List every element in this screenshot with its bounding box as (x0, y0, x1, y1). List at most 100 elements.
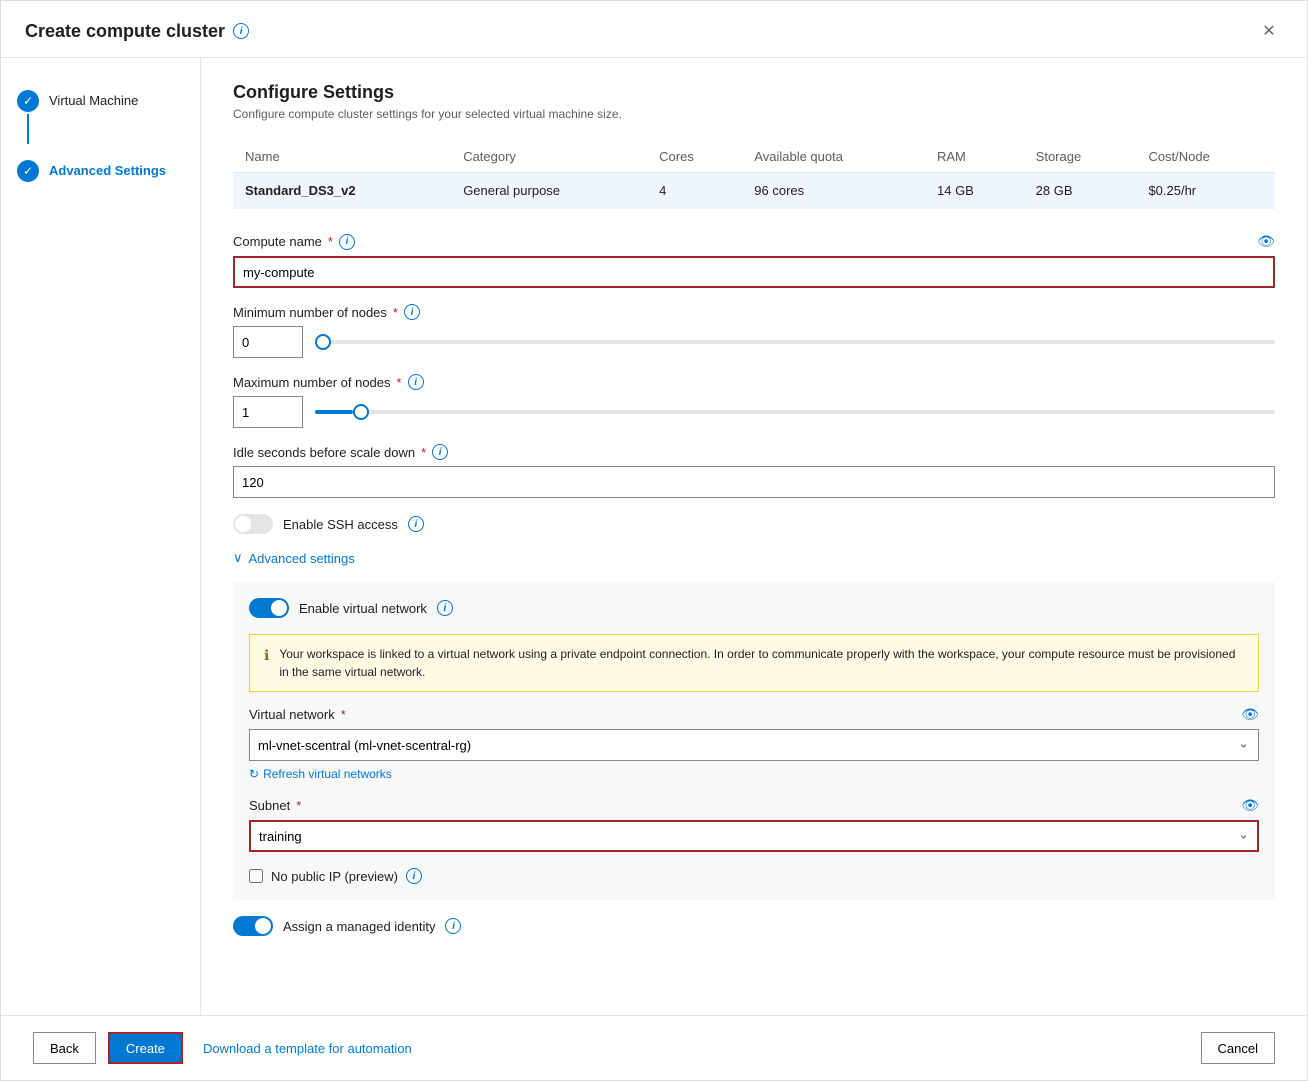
cell-cost: $0.25/hr (1136, 173, 1275, 209)
back-button[interactable]: Back (33, 1032, 96, 1064)
step-circle-adv: ✓ (17, 160, 39, 182)
min-nodes-required: * (393, 305, 398, 320)
enable-ssh-label: Enable SSH access (283, 517, 398, 532)
virtual-network-select[interactable]: ml-vnet-scentral (ml-vnet-scentral-rg) (249, 729, 1259, 761)
idle-seconds-label: Idle seconds before scale down * i (233, 444, 1275, 460)
step-indicator-vm: ✓ (17, 90, 39, 144)
compute-name-eye-icon[interactable]: 👁 (1257, 233, 1275, 250)
refresh-vnet-label: Refresh virtual networks (263, 767, 392, 781)
enable-vnet-row: Enable virtual network i (249, 598, 1259, 618)
sidebar-step-virtual-machine[interactable]: ✓ Virtual Machine (1, 82, 200, 152)
section-title: Configure Settings (233, 82, 1275, 103)
close-button[interactable]: ✕ (1255, 17, 1283, 45)
max-nodes-slider-thumb[interactable] (353, 404, 369, 420)
main-content: Configure Settings Configure compute clu… (201, 58, 1307, 1015)
sidebar-item-label-vm: Virtual Machine (49, 93, 138, 108)
subnet-required: * (296, 798, 301, 813)
step-line-vm (27, 114, 29, 144)
managed-identity-label: Assign a managed identity (283, 919, 435, 934)
advanced-settings-header[interactable]: ∨ Advanced settings (233, 550, 1275, 566)
col-header-cost: Cost/Node (1136, 141, 1275, 173)
no-public-ip-checkbox[interactable] (249, 869, 263, 883)
col-header-category: Category (451, 141, 647, 173)
cell-cores: 4 (647, 173, 742, 209)
min-nodes-slider-track (315, 340, 1275, 344)
virtual-network-group: Virtual network * 👁 ml-vnet-scentral (ml… (249, 706, 1259, 781)
sidebar-step-advanced-settings[interactable]: ✓ Advanced Settings (1, 152, 200, 190)
compute-name-group: Compute name * i 👁 (233, 233, 1275, 288)
warning-text: Your workspace is linked to a virtual ne… (279, 645, 1244, 681)
min-nodes-label: Minimum number of nodes * i (233, 304, 1275, 320)
section-subtitle: Configure compute cluster settings for y… (233, 107, 1275, 121)
vnet-select-wrapper: ml-vnet-scentral (ml-vnet-scentral-rg) (249, 729, 1259, 761)
step-indicator-adv: ✓ (17, 160, 39, 182)
col-header-storage: Storage (1024, 141, 1137, 173)
table-row[interactable]: Standard_DS3_v2 General purpose 4 96 cor… (233, 173, 1275, 209)
enable-vnet-info-icon[interactable]: i (437, 600, 453, 616)
automation-link[interactable]: Download a template for automation (203, 1041, 412, 1056)
step-circle-vm: ✓ (17, 90, 39, 112)
max-nodes-input[interactable] (233, 396, 303, 428)
compute-name-input[interactable] (233, 256, 1275, 288)
col-header-quota: Available quota (742, 141, 925, 173)
no-public-ip-label: No public IP (preview) (271, 869, 398, 884)
vnet-label-row: Virtual network * 👁 (249, 706, 1259, 723)
cell-ram: 14 GB (925, 173, 1024, 209)
advanced-settings-label: Advanced settings (249, 551, 355, 566)
toggle-knob-identity (255, 918, 271, 934)
idle-seconds-input[interactable] (233, 466, 1275, 498)
subnet-eye-icon[interactable]: 👁 (1241, 797, 1259, 814)
toggle-knob-ssh (235, 516, 251, 532)
idle-seconds-info-icon[interactable]: i (432, 444, 448, 460)
cell-storage: 28 GB (1024, 173, 1137, 209)
enable-vnet-toggle[interactable] (249, 598, 289, 618)
cell-name: Standard_DS3_v2 (233, 173, 451, 209)
min-nodes-input[interactable] (233, 326, 303, 358)
vnet-eye-icon[interactable]: 👁 (1241, 706, 1259, 723)
create-compute-dialog: Create compute cluster i ✕ ✓ Virtual Mac… (0, 0, 1308, 1081)
enable-ssh-info-icon[interactable]: i (408, 516, 424, 532)
dialog-footer: Back Create Download a template for auto… (1, 1015, 1307, 1080)
max-nodes-info-icon[interactable]: i (408, 374, 424, 390)
vnet-required: * (341, 707, 346, 722)
col-header-cores: Cores (647, 141, 742, 173)
subnet-group: Subnet * 👁 training (249, 797, 1259, 852)
toggle-knob-vnet (271, 600, 287, 616)
dialog-body: ✓ Virtual Machine ✓ Advanced Settings Co… (1, 58, 1307, 1015)
col-header-name: Name (233, 141, 451, 173)
warning-icon: ℹ (264, 645, 269, 681)
sidebar: ✓ Virtual Machine ✓ Advanced Settings (1, 58, 201, 1015)
min-nodes-group: Minimum number of nodes * i (233, 304, 1275, 358)
idle-seconds-group: Idle seconds before scale down * i (233, 444, 1275, 498)
subnet-label-row: Subnet * 👁 (249, 797, 1259, 814)
managed-identity-row: Assign a managed identity i (233, 916, 1275, 936)
idle-seconds-required: * (421, 445, 426, 460)
vnet-warning-box: ℹ Your workspace is linked to a virtual … (249, 634, 1259, 692)
max-nodes-slider-track (315, 410, 1275, 414)
max-nodes-group: Maximum number of nodes * i (233, 374, 1275, 428)
min-nodes-slider-thumb[interactable] (315, 334, 331, 350)
create-button[interactable]: Create (108, 1032, 183, 1064)
managed-identity-info-icon[interactable]: i (445, 918, 461, 934)
sidebar-item-label-adv: Advanced Settings (49, 163, 166, 178)
enable-ssh-row: Enable SSH access i (233, 514, 1275, 534)
enable-ssh-toggle[interactable] (233, 514, 273, 534)
no-public-ip-row: No public IP (preview) i (249, 868, 1259, 884)
cell-quota: 96 cores (742, 173, 925, 209)
dialog-header: Create compute cluster i ✕ (1, 1, 1307, 58)
managed-identity-toggle[interactable] (233, 916, 273, 936)
cancel-button[interactable]: Cancel (1201, 1032, 1275, 1064)
compute-name-label: Compute name * i 👁 (233, 233, 1275, 250)
dialog-info-icon[interactable]: i (233, 23, 249, 39)
max-nodes-input-row (233, 396, 1275, 428)
subnet-label: Subnet * (249, 798, 301, 813)
vm-config-table: Name Category Cores Available quota RAM … (233, 141, 1275, 209)
vnet-label: Virtual network * (249, 707, 346, 722)
subnet-select[interactable]: training (249, 820, 1259, 852)
min-nodes-input-row (233, 326, 1275, 358)
compute-name-info-icon[interactable]: i (339, 234, 355, 250)
refresh-vnet-link[interactable]: ↻ Refresh virtual networks (249, 767, 1259, 781)
min-nodes-info-icon[interactable]: i (404, 304, 420, 320)
no-public-ip-info-icon[interactable]: i (406, 868, 422, 884)
required-star: * (328, 234, 333, 249)
